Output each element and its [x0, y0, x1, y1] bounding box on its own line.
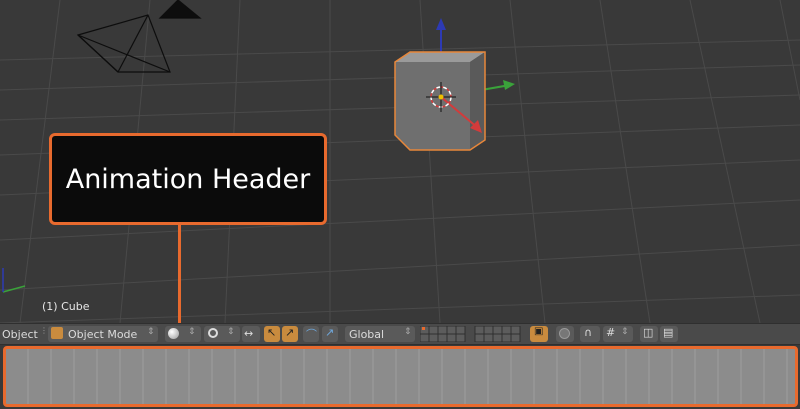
magnet-icon: ∩: [584, 326, 593, 339]
timeline-frame-grid: [27, 349, 788, 404]
opengl-render-icon: ◫: [643, 326, 654, 339]
render-icon: [559, 328, 570, 339]
pivot-point-selector[interactable]: ⇕: [204, 326, 240, 342]
cube-object-icon[interactable]: [394, 51, 486, 151]
scale-manipulator-button[interactable]: ⌒: [303, 326, 319, 342]
mode-label: Object Mode: [68, 328, 138, 341]
manipulator-icon: ↔: [244, 327, 254, 340]
snap-toggle[interactable]: ∩: [580, 326, 600, 342]
scale-icon: ⌒: [306, 328, 317, 341]
updown-icon: ⇕: [621, 327, 629, 337]
mode-selector[interactable]: Object Mode ⇕: [48, 326, 158, 342]
active-object-label: (1) Cube: [42, 300, 90, 313]
snap-icon: #: [606, 326, 616, 339]
z-axis-arrowhead: [436, 18, 446, 30]
snap-element-selector[interactable]: # ⇕: [603, 326, 633, 342]
pivot-icon: [208, 328, 218, 338]
opengl-render-button[interactable]: ◫: [640, 326, 658, 342]
transform-orientation-selector[interactable]: Global ⇕: [345, 326, 415, 342]
layers-grid-icon[interactable]: [420, 326, 524, 342]
menu-divider: ⋮: [40, 326, 48, 335]
shading-sphere-icon: [168, 328, 179, 339]
rotate-manipulator-button[interactable]: ↗: [282, 326, 298, 342]
layer-lock-button[interactable]: ▣: [530, 326, 548, 342]
opengl-animation-button[interactable]: ▤: [660, 326, 678, 342]
updown-icon: ⇕: [227, 327, 235, 337]
timeline-editor[interactable]: [3, 346, 798, 407]
updown-icon: ⇕: [188, 327, 196, 337]
camera-object-icon[interactable]: [76, 0, 202, 73]
object-menu[interactable]: Object: [2, 328, 38, 341]
manipulator-toggle[interactable]: ↔: [242, 326, 260, 342]
extra-manipulator-button[interactable]: ↗: [322, 326, 338, 342]
viewport-shading-selector[interactable]: ⇕: [165, 326, 201, 342]
clapboard-icon: ▤: [663, 326, 674, 339]
updown-icon: ⇕: [147, 327, 155, 337]
translate-manipulator-button[interactable]: ↖: [264, 326, 280, 342]
orientation-label: Global: [349, 328, 385, 341]
rotate-icon: ↗: [285, 326, 295, 339]
render-button[interactable]: [556, 326, 574, 342]
updown-icon: ⇕: [404, 327, 412, 337]
cube-mode-icon: [51, 327, 63, 339]
callout-box: Animation Header: [49, 133, 327, 225]
y-axis-arrowhead: [503, 80, 515, 90]
manipulator-icon: ↗: [325, 326, 335, 339]
translate-icon: ↖: [267, 326, 277, 339]
lock-icon: ▣: [534, 326, 544, 337]
3d-view-header: Object ⋮ Object Mode ⇕ ⇕ ⇕ ↔ ↖ ↗ ⌒ ↗ Glo…: [0, 323, 800, 345]
